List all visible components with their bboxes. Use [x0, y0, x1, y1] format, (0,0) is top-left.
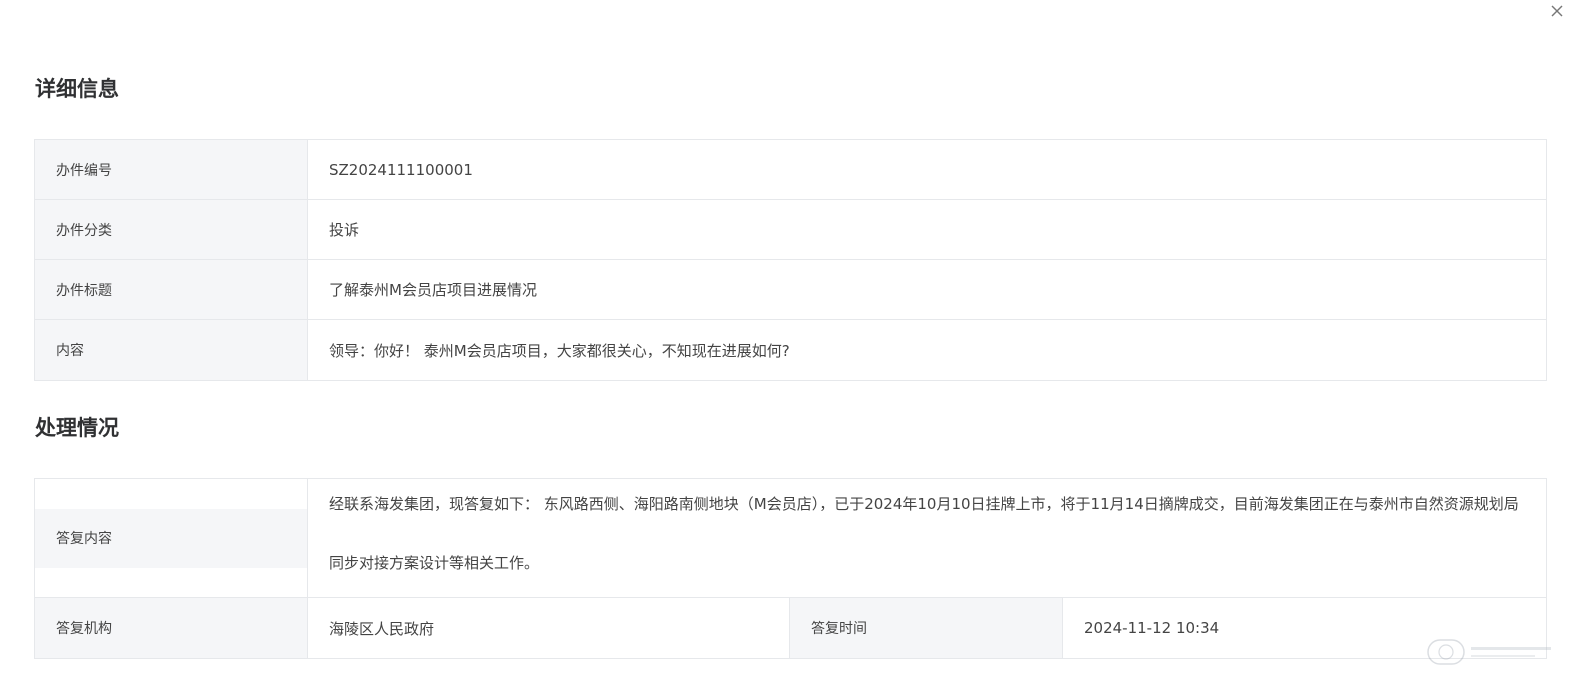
field-label: 办件标题 [35, 260, 308, 319]
close-icon [1551, 5, 1563, 17]
table-row: 答复机构 海陵区人民政府 答复时间 2024-11-12 10:34 [35, 598, 1546, 658]
case-title-value: 了解泰州M会员店项目进展情况 [329, 281, 537, 299]
table-row: 办件分类 投诉 [35, 200, 1546, 260]
details-section-title: 详细信息 [35, 77, 119, 101]
reply-content-label: 答复内容 [56, 531, 112, 547]
close-button[interactable] [1548, 2, 1566, 20]
reply-content-cell: 经联系海发集团，现答复如下： 东风路西侧、海阳路南侧地块（M会员店），已于202… [308, 479, 1546, 597]
processing-table: 答复内容 经联系海发集团，现答复如下： 东风路西侧、海阳路南侧地块（M会员店），… [34, 478, 1547, 659]
table-row: 办件编号 SZ2024111100001 [35, 140, 1546, 200]
details-table: 办件编号 SZ2024111100001 办件分类 投诉 办件标题 了解泰州M会… [34, 139, 1547, 381]
reply-org-label: 答复机构 [35, 598, 308, 658]
processing-section-title: 处理情况 [35, 416, 119, 440]
field-label: 办件编号 [35, 140, 308, 199]
reply-content-text: 经联系海发集团，现答复如下： 东风路西侧、海阳路南侧地块（M会员店），已于202… [329, 495, 1519, 572]
reply-content-label-cell: 答复内容 [35, 479, 308, 597]
field-label: 内容 [35, 320, 308, 380]
reply-time-label: 答复时间 [790, 598, 1063, 658]
reply-org-value: 海陵区人民政府 [308, 598, 790, 658]
table-row: 答复内容 经联系海发集团，现答复如下： 东风路西侧、海阳路南侧地块（M会员店），… [35, 479, 1546, 598]
case-content-value: 领导：你好！ 泰州M会员店项目，大家都很关心，不知现在进展如何? [329, 341, 790, 360]
case-category-value: 投诉 [329, 221, 360, 239]
table-row: 办件标题 了解泰州M会员店项目进展情况 [35, 260, 1546, 320]
table-row: 内容 领导：你好！ 泰州M会员店项目，大家都很关心，不知现在进展如何? [35, 320, 1546, 380]
field-label: 办件分类 [35, 200, 308, 259]
case-number-value: SZ2024111100001 [329, 160, 473, 179]
watermark-logo [1427, 637, 1557, 667]
